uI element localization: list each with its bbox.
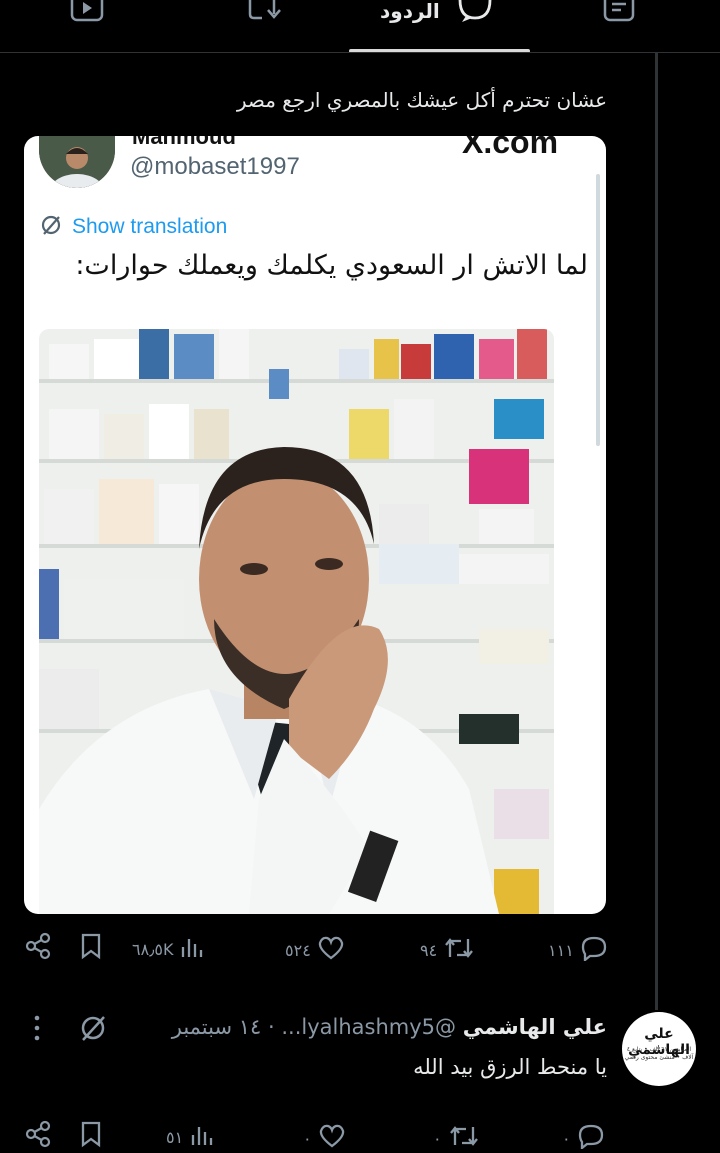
reply-count: ١١١	[548, 940, 574, 960]
reply-author-name[interactable]: علي الهاشمي	[463, 1015, 607, 1039]
reply-share-icon[interactable]	[24, 1120, 52, 1148]
views-count: ٦٨٫٥K	[132, 939, 174, 959]
repost-icon	[443, 935, 475, 965]
comment-icon	[456, 0, 494, 28]
like-count: ٥٢٤	[285, 940, 311, 960]
grok-icon[interactable]	[78, 1013, 108, 1047]
reply-like-button[interactable]: ٠	[303, 1123, 346, 1153]
repost-count: ٩٤	[420, 940, 438, 960]
reply-repost-icon	[448, 1123, 480, 1153]
show-translation-label: Show translation	[72, 215, 228, 238]
card-scrollbar[interactable]	[596, 174, 600, 446]
reply-button[interactable]: ١١١	[548, 935, 608, 965]
reply-reply-count: ٠	[562, 1128, 571, 1148]
reply-views-icon	[189, 1123, 213, 1151]
quoted-tweet-card[interactable]: Mahmoud @mobaset1997 X.com Show translat…	[24, 136, 606, 914]
reply-action-bar: ٥١ ٠ ٠ ٠	[0, 1120, 720, 1152]
reply-avatar-subtext: المتابعين ٦١ ألف • يتابع ٤ آلاف • منشئ م…	[624, 1046, 694, 1061]
article-icon[interactable]	[603, 0, 635, 28]
share-icon[interactable]	[24, 932, 52, 960]
more-options-icon[interactable]	[33, 1014, 41, 1046]
quoted-author-avatar	[39, 136, 115, 188]
reply-text: يا منحط الرزق بيد الله	[413, 1055, 607, 1079]
views-button[interactable]: ٦٨٫٥K	[132, 935, 203, 963]
repost-button[interactable]: ٩٤	[420, 935, 475, 965]
bookmark-icon[interactable]	[78, 932, 104, 960]
reply-meta: @lyalhashmy5... · ١٤ سبتمبر	[171, 1015, 457, 1039]
reply-bookmark-icon[interactable]	[78, 1120, 104, 1148]
quoted-author-handle: @mobaset1997	[130, 153, 300, 180]
like-button[interactable]: ٥٢٤	[285, 935, 345, 965]
reply-heart-icon	[318, 1123, 346, 1153]
reply-repost-button[interactable]: ٠	[433, 1123, 480, 1153]
thread-line	[655, 53, 658, 1010]
show-translation-link[interactable]: Show translation	[40, 214, 227, 240]
top-divider	[0, 52, 720, 53]
translate-icon	[40, 214, 62, 240]
reply-reply-icon	[577, 1123, 605, 1153]
top-tab-bar: الردود	[0, 0, 720, 53]
reply-icon	[580, 935, 608, 965]
reply-reply-button[interactable]: ٠	[562, 1123, 605, 1153]
reply-repost-count: ٠	[433, 1128, 442, 1148]
x-brand-label: X.com	[462, 136, 559, 160]
views-icon	[179, 935, 203, 963]
tweet-photo[interactable]	[39, 329, 554, 914]
video-icon[interactable]	[70, 0, 104, 28]
retweet-icon[interactable]	[242, 0, 282, 28]
quoted-tweet-text: لما الاتش ار السعودي يكلمك ويعملك حوارات…	[75, 250, 588, 281]
reply-like-count: ٠	[303, 1128, 312, 1148]
reply-views-button[interactable]: ٥١	[166, 1123, 213, 1151]
quoted-author-name: Mahmoud	[132, 136, 236, 149]
reply-header: علي الهاشمي @lyalhashmy5... · ١٤ سبتمبر	[172, 1015, 607, 1039]
reply-views-count: ٥١	[166, 1127, 184, 1147]
heart-icon	[317, 935, 345, 965]
reply-author-avatar[interactable]: علي الهاشمي المتابعين ٦١ ألف • يتابع ٤ آ…	[622, 1012, 696, 1086]
post-text: عشان تحترم أكل عيشك بالمصري ارجع مصر	[236, 88, 607, 112]
post-action-bar: ٦٨٫٥K ٥٢٤ ٩٤ ١١١	[0, 932, 720, 964]
tab-replies-label[interactable]: الردود	[380, 0, 440, 22]
